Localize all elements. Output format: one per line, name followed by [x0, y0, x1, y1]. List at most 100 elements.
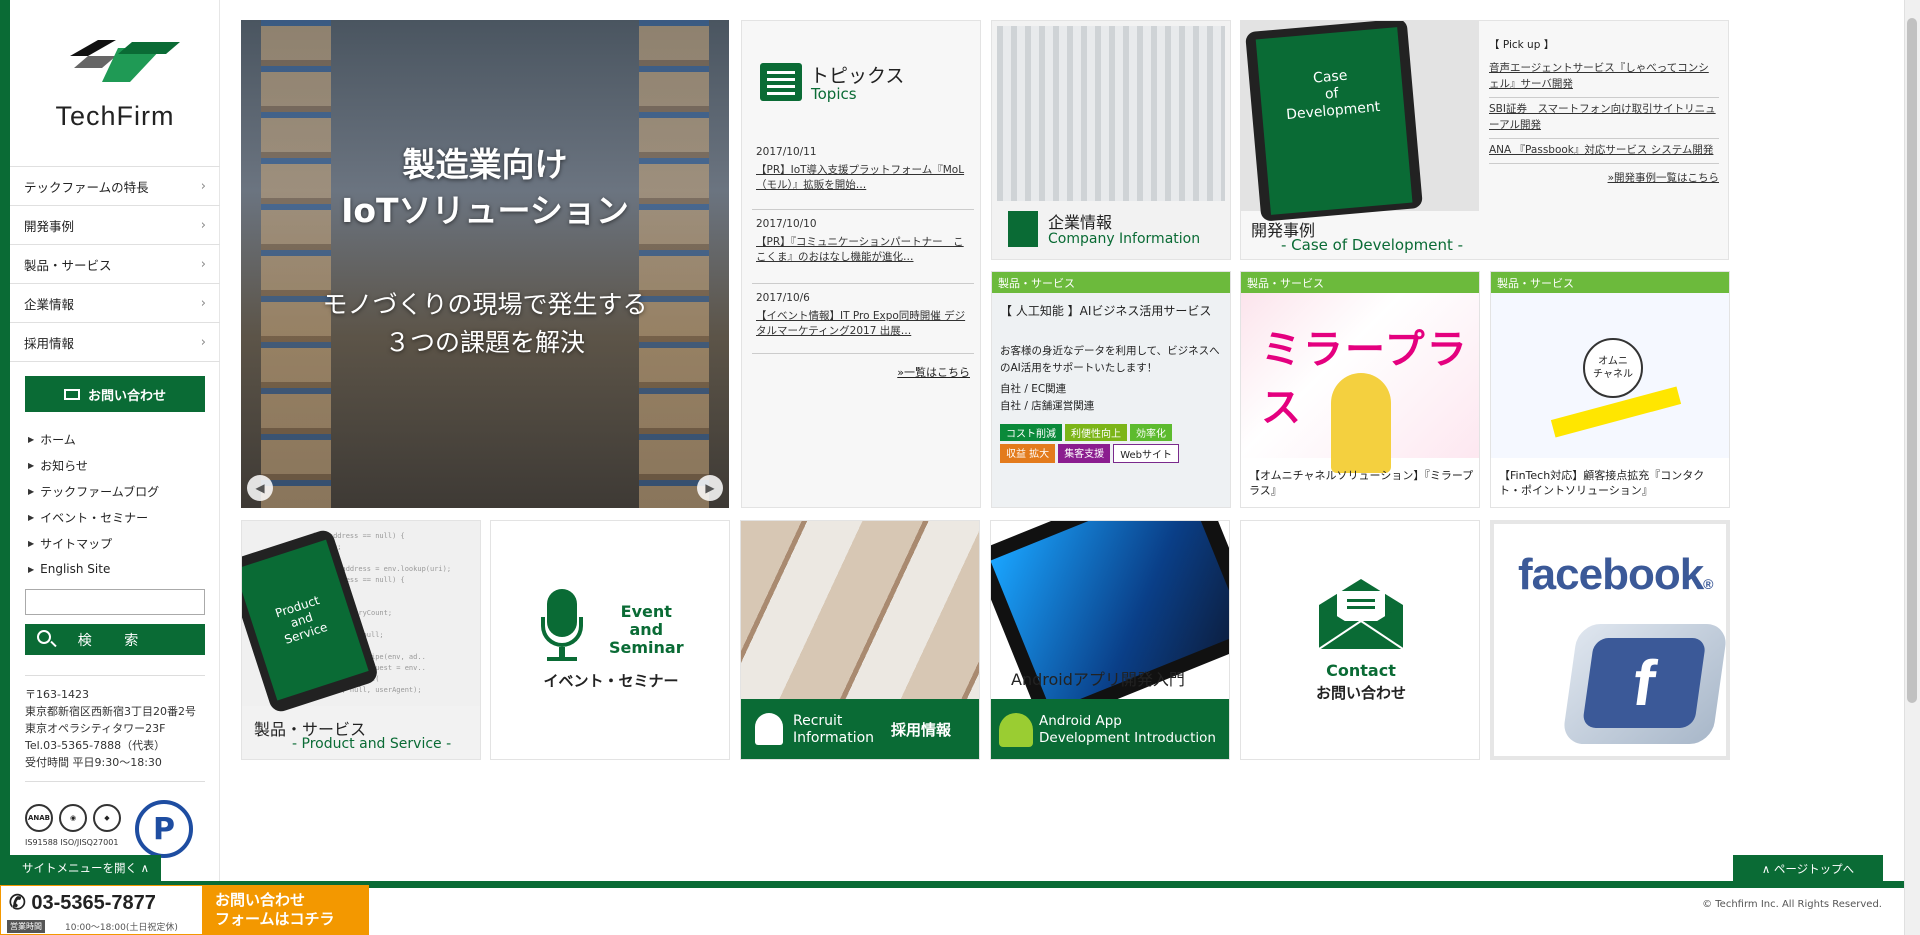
news-date: 2017/10/6 [756, 292, 810, 304]
vertical-scrollbar[interactable] [1904, 0, 1920, 935]
android-title: Androidアプリ開発入門 [1011, 670, 1185, 689]
link-english[interactable]: ▶ English Site [28, 556, 159, 582]
facebook-wordmark: facebook® [1518, 550, 1714, 600]
scrollbar-thumb[interactable] [1907, 18, 1917, 703]
pickup-link[interactable]: ANA 『Passbook』対応サービス システム開発 [1489, 139, 1719, 164]
hero-subtitle-line: ３つの課題を解決 [384, 328, 585, 357]
envelope-icon [1319, 579, 1403, 649]
search-button-label: 検 索 [77, 632, 153, 649]
mirror-plus-tile[interactable]: 製品・サービス ミラープラス 【オムニチャネルソリューション】『ミラープラス』 [1240, 271, 1480, 508]
product-service-tile[interactable]: if (address == null) { return;}string ad… [241, 520, 481, 760]
company-title: 企業情報 [1048, 213, 1113, 232]
chevron-right-icon: › [200, 218, 206, 233]
techfirm-logo-icon[interactable] [62, 34, 180, 94]
topics-title: トピックス [810, 65, 905, 87]
sidebar-item-label: 開発事例 [24, 218, 75, 234]
address-hours: 受付時間 平日9:30〜18:30 [25, 756, 162, 769]
link-label: サイトマップ [40, 536, 113, 551]
search-input[interactable] [25, 589, 205, 615]
ai-service-tile[interactable]: 製品・サービス 【 人工知能 】AIビジネス活用サービス お客様の身近なデータを… [991, 271, 1231, 508]
contact-tile[interactable]: Contact お問い合わせ [1240, 520, 1480, 760]
facebook-letter: f [1581, 638, 1707, 728]
link-home[interactable]: ▶ ホーム [28, 426, 159, 452]
hero-title-line: IoTソリューション [341, 191, 629, 230]
sidebar-item-recruit[interactable]: 採用情報 › [10, 323, 220, 362]
microphone-foot-icon [547, 657, 577, 661]
company-info-tile[interactable]: 企業情報 Company Information [991, 20, 1231, 260]
pickup-link[interactable]: SBI証券 スマートフォン向け取引サイトリニューアル開発 [1489, 98, 1719, 139]
omni-channel-diagram: オムニ チャネル [1491, 293, 1729, 458]
certification-badges: ANAB ◉ ◆ IS91588 ISO/JISQ27001 P [25, 800, 195, 858]
list-item: 2017/10/10 【PR】『コミュニケーションパートナー ここくま』のおはな… [756, 217, 971, 265]
android-intro-tile[interactable]: Androidアプリ開発入門 Android App Development I… [990, 520, 1230, 760]
link-label: ホーム [40, 432, 76, 447]
divider [25, 781, 205, 782]
link-label: テックファームブログ [40, 484, 160, 499]
address-line2: 東京オペラシティタワー23F [25, 722, 166, 735]
registered-mark: ® [1703, 576, 1713, 592]
list-item: 2017/10/11 【PR】IoT導入支援プラットフォーム『MoL（モル）』拡… [756, 145, 971, 193]
sidebar-item-label: 企業情報 [24, 296, 75, 312]
envelope-icon [63, 388, 80, 400]
phone-number-text: 03-5365-7877 [31, 892, 156, 914]
event-seminar-tile[interactable]: Event and Seminar イベント・セミナー [490, 520, 730, 760]
triangle-right-icon: ▶ [28, 460, 35, 470]
mirror-plus-caption: 【オムニチャネルソリューション】『ミラープラス』 [1249, 469, 1474, 497]
pickup-link[interactable]: 音声エージェントサービス『しゃべってコンシェル』サーバ開発 [1489, 57, 1719, 98]
microphone-stand-icon [541, 617, 583, 647]
tag-list: コスト削減 利便性向上 効率化 収益 拡大 集客支援 Webサイト [1000, 424, 1230, 463]
contact-button-label: お問い合わせ [87, 388, 166, 404]
page-top-button[interactable]: ∧ ページトップへ [1733, 855, 1883, 883]
sidebar-item-label: 製品・サービス [24, 257, 112, 273]
link-sitemap[interactable]: ▶ サイトマップ [28, 530, 159, 556]
link-label: イベント・セミナー [40, 510, 149, 525]
hero-banner[interactable]: 製造業向け IoTソリューション モノづくりの現場で発生する ３つの課題を解決 … [241, 20, 729, 508]
sidebar-item-features[interactable]: テックファームの特長 › [10, 167, 220, 206]
facebook-tile[interactable]: facebook® f [1490, 520, 1730, 760]
android-label-bar: Android App Development Introduction [991, 699, 1229, 759]
phone-contact-box[interactable]: ✆ 03-5365-7877 営業時間 10:00〜18:00(土日祝定休) [0, 885, 203, 935]
tag-badge: 集客支援 [1058, 444, 1111, 463]
sidebar-contact-button[interactable]: お問い合わせ [25, 376, 205, 412]
tablet-icon: Case of Development [1245, 21, 1423, 222]
link-news[interactable]: ▶ お知らせ [28, 452, 159, 478]
news-date: 2017/10/11 [756, 146, 817, 158]
contact-point-tile[interactable]: 製品・サービス オムニ チャネル 【FinTech対応】顧客接点拡充『コンタクト… [1490, 271, 1730, 508]
iso-badge-icon: ◉ [59, 804, 87, 832]
triangle-right-icon: ▶ [28, 434, 35, 444]
product-category-header: 製品・サービス [1241, 272, 1479, 293]
ai-service-title: 【 人工知能 】AIビジネス活用サービス [1000, 304, 1212, 318]
news-date: 2017/10/10 [756, 218, 817, 230]
news-link[interactable]: 【PR】IoT導入支援プラットフォーム『MoL（モル）』拡販を開始… [756, 164, 964, 191]
divider [752, 209, 974, 210]
divider [752, 283, 974, 284]
newspaper-icon [760, 63, 802, 101]
link-blog[interactable]: ▶ テックファームブログ [28, 478, 159, 504]
open-site-menu-button[interactable]: サイトメニューを開く ∧ [10, 855, 161, 881]
sidebar-item-products[interactable]: 製品・サービス › [10, 245, 220, 284]
android-robot-icon [999, 713, 1033, 747]
search-button[interactable]: 検 索 [25, 624, 205, 655]
building-icon [1008, 211, 1038, 247]
link-label: English Site [40, 562, 111, 576]
sidebar-item-company[interactable]: 企業情報 › [10, 284, 220, 323]
carousel-next-icon[interactable]: ▶ [697, 475, 723, 501]
triangle-right-icon: ▶ [28, 486, 35, 496]
recruit-tile[interactable]: Recruit Information 採用情報 [740, 520, 980, 760]
logo-wordmark[interactable]: TechFirm [10, 101, 220, 132]
topics-more-link[interactable]: »一覧はこちら [897, 364, 970, 380]
tablet-screen-text: Case of Development [1255, 27, 1413, 215]
news-link[interactable]: 【PR】『コミュニケーションパートナー ここくま』のおはなし機能が進化… [756, 236, 964, 263]
contact-form-button[interactable]: お問い合わせ フォームはコチラ [203, 885, 369, 935]
case-more-link[interactable]: »開発事例一覧はこちら [1489, 164, 1719, 191]
privacy-mark-icon: P [135, 800, 193, 858]
news-link[interactable]: 【イベント情報】IT Pro Expo同時開催 デジタルマーケティング2017 … [756, 310, 965, 337]
topics-panel: トピックス Topics 2017/10/11 【PR】IoT導入支援プラットフ… [741, 20, 981, 508]
omni-channel-circle: オムニ チャネル [1583, 338, 1643, 398]
android-device-photo [991, 521, 1229, 730]
sidebar-item-cases[interactable]: 開発事例 › [10, 206, 220, 245]
link-events[interactable]: ▶ イベント・セミナー [28, 504, 159, 530]
carousel-prev-icon[interactable]: ◀ [247, 475, 273, 501]
tablet-photo[interactable]: Case of Development [1241, 21, 1479, 222]
building-photo [997, 26, 1225, 201]
